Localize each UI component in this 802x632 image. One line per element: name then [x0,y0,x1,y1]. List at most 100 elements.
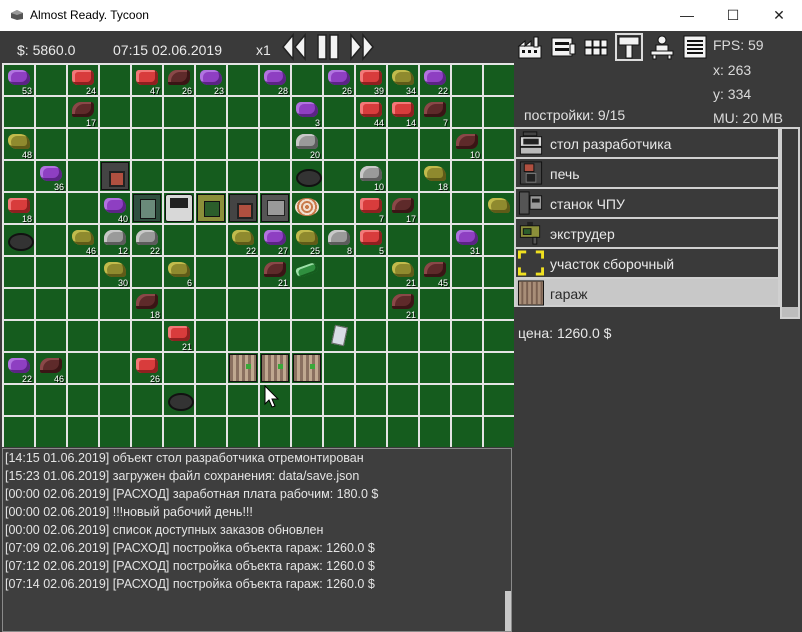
ore-gold-deposit[interactable]: 48 [4,129,32,160]
pot-building[interactable] [4,225,34,253]
slow-down-icon[interactable] [282,33,306,61]
ore-gold-deposit[interactable]: 18 [420,161,448,192]
ore-grey-deposit[interactable]: 20 [292,129,320,160]
pause-icon[interactable] [316,33,340,61]
speed-up-icon[interactable] [350,33,374,61]
minimize-button[interactable]: — [664,0,710,31]
building-option[interactable]: экструдер [514,217,780,247]
ore-dark-deposit[interactable]: 21 [388,289,416,320]
ore-purple-deposit[interactable]: 23 [196,65,224,96]
ore-gold-deposit[interactable]: 34 [388,65,416,96]
ore-grey-deposit[interactable]: 8 [324,225,352,256]
ore-red-deposit[interactable]: 7 [356,193,384,224]
game-clock: 07:15 02.06.2019 [113,42,222,58]
worker-icon[interactable] [649,34,675,60]
ore-dark-deposit[interactable]: 26 [164,65,192,96]
ore-dark-deposit[interactable]: 7 [420,97,448,128]
ore-red-icon [8,198,30,213]
ore-dark-icon [392,294,414,309]
ore-gold-icon [232,230,254,245]
ore-purple-deposit[interactable]: 40 [100,193,128,224]
furnace-building[interactable] [100,161,129,190]
deposit-amount: 3 [314,118,320,128]
building-option[interactable]: участок сборочный [514,247,780,277]
ore-dark-icon [40,358,62,373]
ore-purple-deposit[interactable]: 36 [36,161,64,192]
ore-gold-deposit[interactable]: 30 [100,257,128,288]
garage-building[interactable] [228,353,257,382]
ore-dark-deposit[interactable]: 18 [132,289,160,320]
pot-building[interactable] [292,161,322,189]
menu-icon[interactable] [682,34,708,60]
cnc-building[interactable] [260,193,289,222]
ore-purple-deposit[interactable]: 22 [4,353,32,384]
ore-gold-deposit[interactable] [484,193,512,221]
building-option[interactable]: печь [514,157,780,187]
ore-red-deposit[interactable]: 44 [356,97,384,128]
paper-building[interactable] [324,321,352,349]
ore-purple-deposit[interactable]: 27 [260,225,288,256]
ore-grey-deposit[interactable]: 22 [132,225,160,256]
deposit-amount: 22 [149,246,160,256]
furnace-building[interactable] [228,193,257,222]
ore-purple-deposit[interactable]: 28 [260,65,288,96]
log-scrollbar-thumb[interactable] [505,591,511,631]
ore-dark-deposit[interactable]: 21 [260,257,288,288]
ore-gold-deposit[interactable]: 25 [292,225,320,256]
event-log[interactable]: [14:15 01.06.2019] объект стол разработч… [2,448,512,632]
ore-gem-deposit[interactable] [292,257,320,285]
close-button[interactable]: ✕ [756,0,802,31]
ore-purple-deposit[interactable]: 3 [292,97,320,128]
building-list-scrollbar[interactable] [780,127,800,319]
desk-building[interactable] [164,193,193,222]
factory-icon[interactable] [517,34,543,60]
orders-icon[interactable] [550,34,576,60]
app-icon [11,10,23,20]
resources-icon[interactable] [583,34,609,60]
ore-red-deposit[interactable]: 24 [68,65,96,96]
build-hammer-icon[interactable] [615,33,643,61]
machine-building[interactable] [132,193,161,222]
garage-icon [229,354,257,382]
ore-gold-deposit[interactable]: 21 [388,257,416,288]
building-option[interactable]: стол разработчика [514,127,780,157]
ore-dark-icon [392,198,414,213]
deposit-amount: 18 [437,182,448,192]
ore-red-deposit[interactable]: 39 [356,65,384,96]
pot-building[interactable] [164,385,194,413]
ore-dark-deposit[interactable]: 17 [388,193,416,224]
ore-red-deposit[interactable]: 26 [132,353,160,384]
ore-red-deposit[interactable]: 5 [356,225,384,256]
deposit-amount: 22 [21,374,32,384]
ore-red-deposit[interactable]: 18 [4,193,32,224]
ore-gold-icon [488,198,510,213]
ore-grey-deposit[interactable]: 12 [100,225,128,256]
ore-red-deposit[interactable]: 21 [164,321,192,352]
ore-dark-deposit[interactable]: 45 [420,257,448,288]
ore-gold-deposit[interactable]: 46 [68,225,96,256]
extruder-building[interactable] [196,193,225,222]
machine-icon [133,194,161,222]
ore-purple-icon [328,70,350,85]
ore-purple-deposit[interactable]: 26 [324,65,352,96]
maximize-button[interactable]: ☐ [710,0,756,31]
ore-red-deposit[interactable]: 14 [388,97,416,128]
garage-building[interactable] [260,353,289,382]
ore-dark-deposit[interactable]: 46 [36,353,64,384]
scrollbar-thumb[interactable] [782,307,798,317]
building-option[interactable]: гараж [514,277,780,307]
ore-dark-deposit[interactable]: 17 [68,97,96,128]
garage-building[interactable] [292,353,321,382]
ore-red-deposit[interactable]: 47 [132,65,160,96]
ore-purple-deposit[interactable]: 22 [420,65,448,96]
ore-gold-deposit[interactable]: 22 [228,225,256,256]
ore-purple-deposit[interactable]: 53 [4,65,32,96]
ore-gold-deposit[interactable]: 6 [164,257,192,288]
coil-building[interactable] [292,193,320,221]
ore-purple-deposit[interactable]: 31 [452,225,480,256]
ore-dark-deposit[interactable]: 10 [452,129,480,160]
ore-gold-icon [8,134,30,149]
ore-grey-deposit[interactable]: 10 [356,161,384,192]
building-option[interactable]: станок ЧПУ [514,187,780,217]
map-grid[interactable]: 53 24 47 26 23 28 26 39 34 22 17 3 44 14 7 48 20 10 36 10 18… [2,63,514,447]
